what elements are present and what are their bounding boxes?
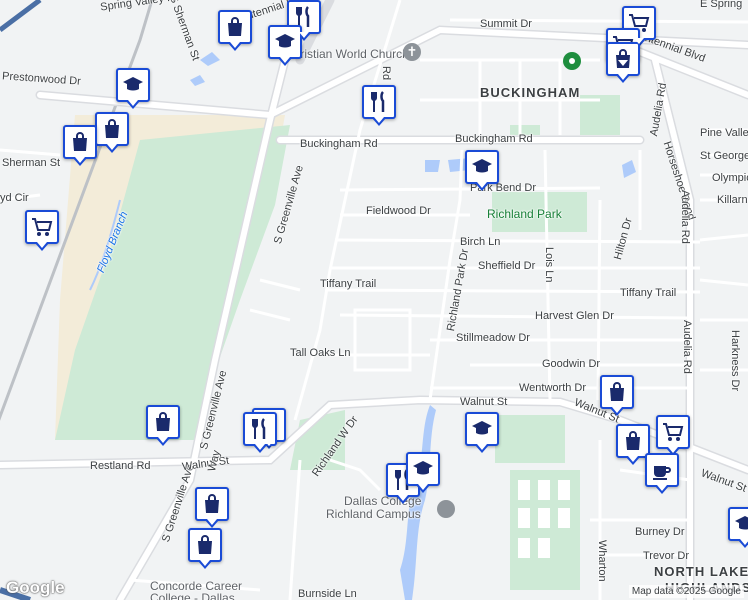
school-icon[interactable] — [465, 150, 499, 191]
map-canvas[interactable]: Summit Dr Centennial Blvd Centennial Blv… — [0, 0, 748, 600]
shopping-cart-icon[interactable] — [25, 210, 59, 251]
street-label: yd Cir — [0, 192, 29, 204]
park-label[interactable]: Richland Park — [487, 208, 562, 220]
school-icon[interactable] — [465, 412, 499, 453]
street-label: Rd — [380, 66, 392, 81]
street-label: Tall Oaks Ln — [290, 347, 351, 359]
street-label: E Spring — [700, 0, 743, 10]
shopping-bag-icon[interactable] — [188, 528, 222, 569]
neighborhood-label: NORTH LAKE — [654, 564, 748, 579]
street-label: St George — [700, 150, 748, 162]
shopping-bag-icon[interactable] — [606, 42, 640, 83]
street-label: Harvest Glen Dr — [535, 310, 614, 322]
street-label: Lois Ln — [543, 247, 555, 283]
street-label: Goodwin Dr — [542, 358, 601, 370]
street-label: Pine Valley — [700, 127, 748, 139]
street-label: Killarn — [717, 194, 748, 206]
poi-label-church[interactable]: Christian World Church — [285, 48, 409, 60]
school-icon[interactable] — [728, 507, 748, 548]
shopping-bag-icon[interactable] — [195, 487, 229, 528]
street-label: Birch Ln — [460, 236, 501, 248]
shopping-bag-icon[interactable] — [600, 375, 634, 416]
shopping-bag-icon[interactable] — [218, 10, 252, 51]
shopping-cart-icon[interactable] — [656, 415, 690, 456]
street-label: Audelia Rd — [679, 190, 691, 244]
street-label: Restland Rd — [90, 460, 151, 472]
street-label: Stillmeadow Dr — [456, 332, 530, 344]
street-label: Sheffield Dr — [478, 260, 536, 272]
church-icon[interactable]: ✝ — [403, 43, 421, 61]
shopping-bag-icon[interactable] — [146, 405, 180, 446]
shopping-bag-icon[interactable] — [63, 125, 97, 166]
school-icon[interactable] — [268, 25, 302, 66]
street-label: Burnside Ln — [298, 588, 357, 600]
street-label: Harkness Dr — [729, 330, 741, 392]
shopping-bag-icon[interactable] — [95, 112, 129, 153]
street-label: Tiffany Trail — [320, 278, 377, 290]
street-label: Wharton — [596, 540, 608, 582]
street-label: Tiffany Trail — [620, 287, 677, 299]
street-label: Wentworth Dr — [519, 382, 587, 394]
street-label: Trevor Dr — [643, 550, 690, 562]
street-label: Summit Dr — [480, 18, 532, 30]
street-label: Burney Dr — [635, 526, 685, 538]
coffee-icon[interactable] — [645, 453, 679, 494]
google-logo[interactable]: Google — [6, 578, 65, 598]
school-icon[interactable] — [406, 452, 440, 493]
street-label: Sherman St — [2, 157, 61, 169]
poi-label-campus[interactable]: Richland Campus — [326, 508, 421, 520]
street-label: Olympic — [712, 172, 748, 184]
park-poi-icon[interactable] — [563, 52, 581, 70]
school-icon[interactable] — [116, 68, 150, 109]
street-label: Audelia Rd — [681, 320, 693, 374]
map-attribution[interactable]: Map data ©2025 Google — [628, 585, 744, 598]
restaurant-icon[interactable] — [362, 85, 396, 126]
school-poi-icon[interactable] — [437, 500, 455, 518]
poi-label-concorde[interactable]: College - Dallas — [150, 592, 235, 600]
neighborhood-label: BUCKINGHAM — [480, 85, 581, 100]
street-label: Buckingham Rd — [455, 133, 533, 145]
street-label: Walnut St — [460, 396, 508, 408]
street-label: Buckingham Rd — [300, 138, 378, 150]
street-label: Fieldwood Dr — [366, 205, 431, 217]
